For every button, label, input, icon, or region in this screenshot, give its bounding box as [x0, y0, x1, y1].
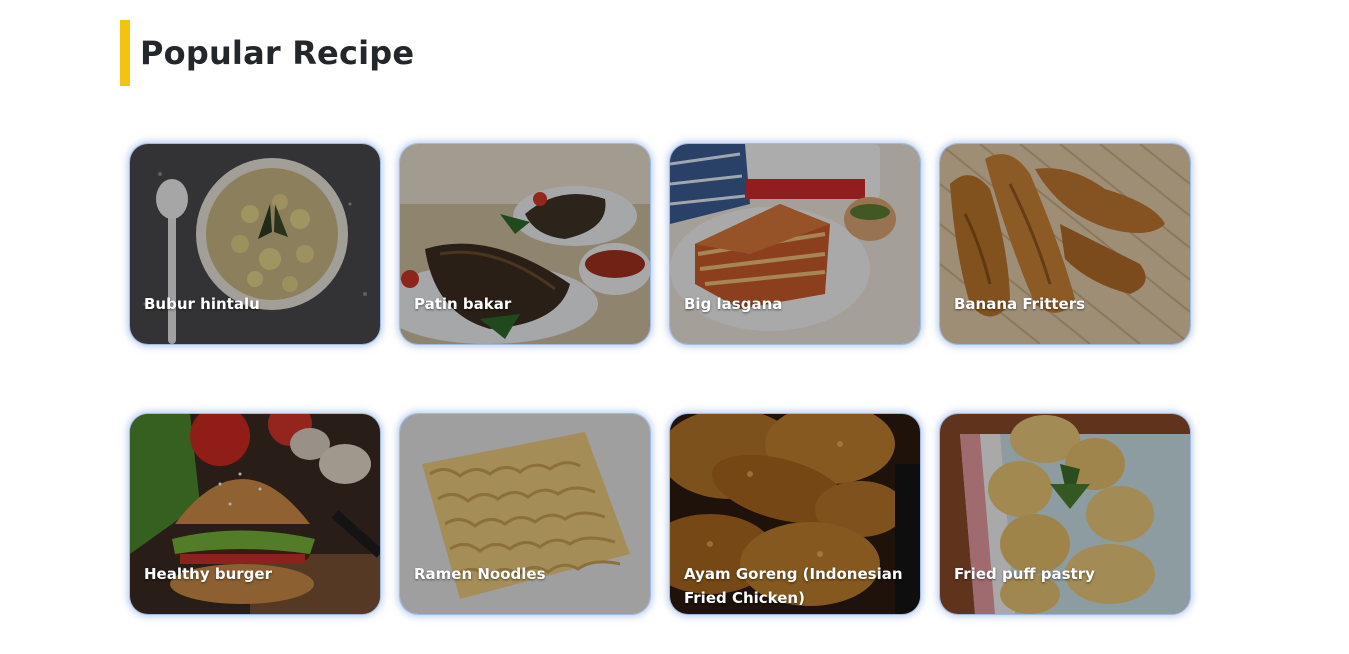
recipe-name: Ayam Goreng (Indonesian Fried Chicken): [684, 565, 903, 607]
recipe-name: Ramen Noodles: [414, 565, 546, 583]
recipe-card-big-lasgana[interactable]: Big lasgana: [670, 144, 920, 344]
recipe-card-patin-bakar[interactable]: Patin bakar: [400, 144, 650, 344]
recipe-card-ramen-noodles[interactable]: Ramen Noodles: [400, 414, 650, 614]
recipe-name: Healthy burger: [144, 565, 272, 583]
recipe-card-fried-puff-pastry[interactable]: Fried puff pastry: [940, 414, 1190, 614]
recipe-name: Big lasgana: [684, 295, 783, 313]
section-header: Popular Recipe: [120, 20, 414, 86]
recipe-card-banana-fritters[interactable]: Banana Fritters: [940, 144, 1190, 344]
recipe-grid: Bubur hintalu Patin bakar Big lasgana Ba…: [130, 144, 1190, 614]
recipe-card-healthy-burger[interactable]: Healthy burger: [130, 414, 380, 614]
section-title: Popular Recipe: [140, 34, 415, 72]
title-accent-bar: [120, 20, 130, 86]
recipe-name: Fried puff pastry: [954, 565, 1095, 583]
recipe-name: Bubur hintalu: [144, 295, 260, 313]
recipe-name: Patin bakar: [414, 295, 512, 313]
recipe-card-ayam-goreng[interactable]: Ayam Goreng (Indonesian Fried Chicken): [670, 414, 920, 614]
recipe-name: Banana Fritters: [954, 295, 1086, 313]
recipe-card-bubur-hintalu[interactable]: Bubur hintalu: [130, 144, 380, 344]
